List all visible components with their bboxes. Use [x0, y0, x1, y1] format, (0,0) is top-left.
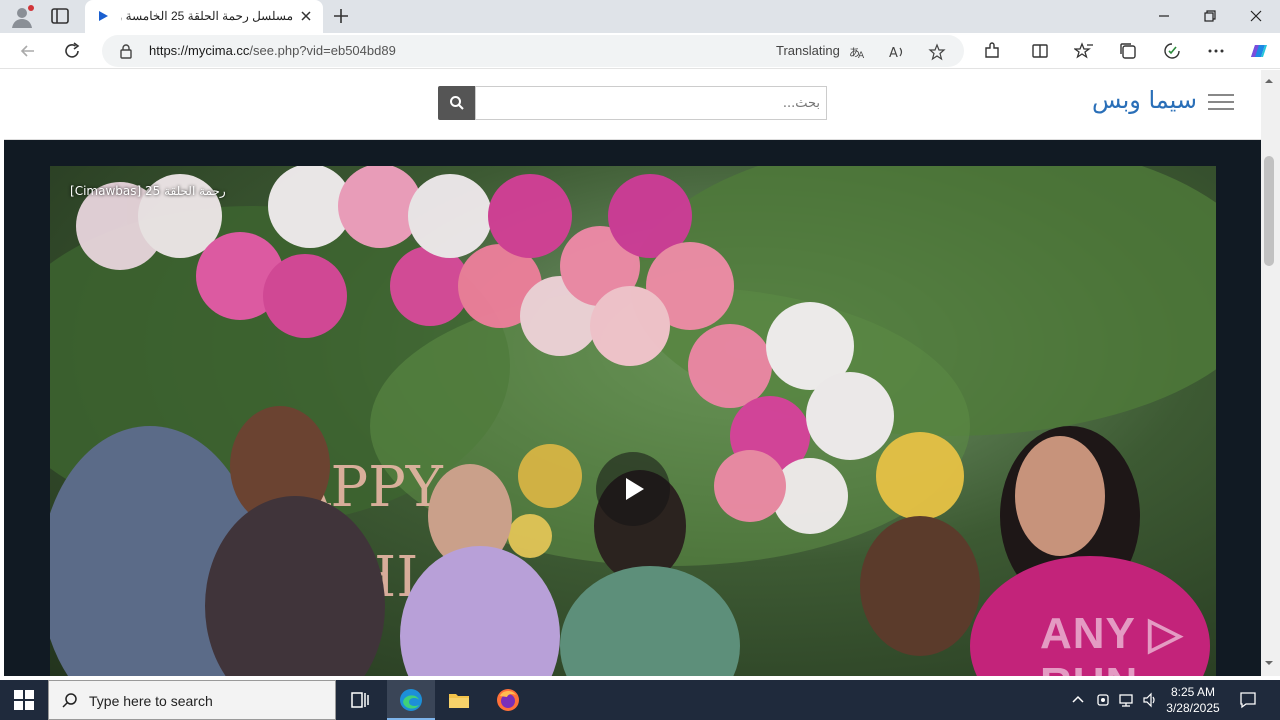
- watermark: ANY ▷ RUN: [1040, 609, 1184, 676]
- collections-icon[interactable]: [1118, 41, 1138, 61]
- folder-icon: [449, 694, 469, 708]
- clock-time: 8:25 AM: [1170, 685, 1216, 699]
- play-button[interactable]: [596, 452, 670, 526]
- lock-icon[interactable]: [118, 43, 134, 59]
- url-host: https://mycima.cc: [149, 43, 250, 58]
- browser-essentials-icon[interactable]: [1162, 41, 1182, 61]
- more-menu-icon[interactable]: [1206, 41, 1226, 61]
- edge-icon: [400, 689, 422, 711]
- back-icon[interactable]: [18, 41, 38, 61]
- taskbar-firefox[interactable]: [484, 680, 532, 720]
- address-bar[interactable]: https://mycima.cc/see.php?vid=eb504bd89 …: [102, 35, 964, 67]
- hamburger-menu-icon[interactable]: [1208, 94, 1234, 110]
- system-clock[interactable]: 8:25 AM 3/28/2025: [1162, 684, 1224, 716]
- taskbar: Type here to search 8:25 AM 3/28/2025: [0, 680, 1280, 720]
- player-area: APPY THI رحمة الحلقة 25 [Cimawbas]: [4, 140, 1261, 676]
- search-icon: [450, 96, 464, 110]
- split-screen-icon[interactable]: [1030, 41, 1050, 61]
- favorites-icon[interactable]: [1074, 41, 1094, 61]
- notification-dot-icon: [28, 5, 34, 11]
- copilot-icon[interactable]: [1246, 39, 1270, 63]
- windows-start-icon[interactable]: [14, 690, 34, 710]
- scroll-up-icon[interactable]: [1264, 76, 1274, 86]
- video-player[interactable]: APPY THI رحمة الحلقة 25 [Cimawbas]: [50, 166, 1216, 676]
- active-tab[interactable]: مسلسل رحمة الحلقة 25 الخامسة وا: [85, 0, 323, 33]
- page-scrollbar[interactable]: [1261, 70, 1280, 676]
- site-logo[interactable]: سيما وبس: [1092, 86, 1197, 114]
- search-icon: [62, 693, 77, 708]
- refresh-icon[interactable]: [62, 41, 82, 61]
- task-view-icon: [351, 692, 369, 708]
- restore-icon[interactable]: [1202, 8, 1218, 24]
- close-tab-icon[interactable]: [299, 9, 313, 23]
- new-tab-icon[interactable]: [332, 7, 350, 25]
- translating-label: Translating: [776, 43, 840, 58]
- tab-actions-icon[interactable]: [50, 6, 70, 26]
- taskbar-search-text: Type here to search: [89, 693, 213, 709]
- url-text[interactable]: https://mycima.cc/see.php?vid=eb504bd89: [149, 43, 396, 58]
- svg-text:A: A: [858, 51, 865, 61]
- browser-toolbar: https://mycima.cc/see.php?vid=eb504bd89 …: [0, 33, 1280, 69]
- tab-title: مسلسل رحمة الحلقة 25 الخامسة وا: [121, 9, 293, 23]
- volume-icon[interactable]: [1142, 692, 1158, 708]
- favorite-star-icon[interactable]: [928, 43, 946, 61]
- minimize-icon[interactable]: [1156, 8, 1172, 24]
- task-view-button[interactable]: [336, 680, 384, 720]
- extensions-icon[interactable]: [982, 41, 1002, 61]
- play-favicon-icon: [99, 11, 108, 21]
- video-frame-image: APPY THI: [50, 166, 1216, 676]
- web-page: سيما وبس: [4, 70, 1261, 676]
- svg-text:A: A: [889, 46, 898, 61]
- taskbar-edge[interactable]: [387, 680, 435, 720]
- scroll-thumb[interactable]: [1264, 156, 1274, 266]
- taskbar-search[interactable]: Type here to search: [48, 680, 336, 720]
- play-icon: [626, 478, 644, 500]
- search-button[interactable]: [438, 86, 476, 120]
- firefox-icon: [497, 689, 519, 711]
- chevron-up-icon[interactable]: [1070, 692, 1086, 708]
- search-box: [475, 86, 827, 120]
- close-window-icon[interactable]: [1248, 8, 1264, 24]
- notifications-icon[interactable]: [1238, 690, 1258, 710]
- read-aloud-icon[interactable]: A: [888, 43, 906, 61]
- clock-date: 3/28/2025: [1166, 701, 1220, 715]
- translate-icon[interactable]: あ A: [848, 43, 866, 61]
- search-input[interactable]: [484, 87, 820, 119]
- tab-strip: مسلسل رحمة الحلقة 25 الخامسة وا: [0, 0, 1280, 33]
- url-path: /see.php?vid=eb504bd89: [249, 43, 396, 58]
- scroll-down-icon[interactable]: [1264, 658, 1274, 668]
- site-header: سيما وبس: [4, 70, 1261, 140]
- network-icon[interactable]: [1118, 692, 1134, 708]
- meet-now-icon[interactable]: [1095, 692, 1111, 708]
- video-title: رحمة الحلقة 25 [Cimawbas]: [70, 184, 226, 198]
- taskbar-file-explorer[interactable]: [435, 680, 483, 720]
